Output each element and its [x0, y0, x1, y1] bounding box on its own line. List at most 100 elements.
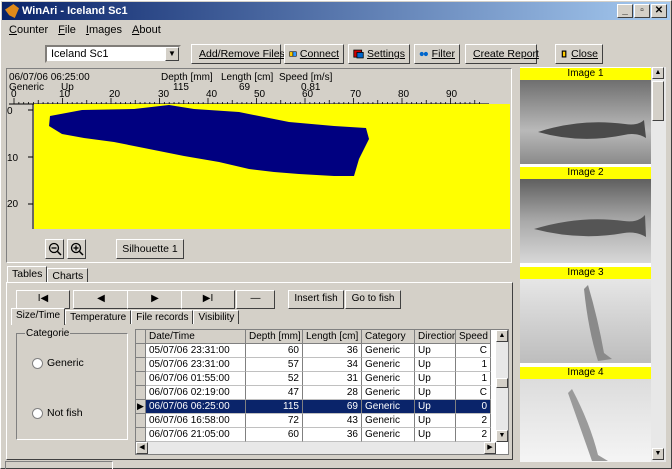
- cell: 1: [456, 358, 491, 372]
- cell: 47: [246, 386, 303, 400]
- prev-record-button[interactable]: ◀: [73, 290, 129, 309]
- table-row[interactable]: 06/07/06 21:05:00 60 36 Generic Up 2: [146, 428, 491, 442]
- scroll-thumb[interactable]: [496, 378, 508, 388]
- cell: 36: [303, 344, 362, 358]
- next-record-button[interactable]: ▶: [127, 290, 183, 309]
- insert-fish-button[interactable]: Insert fish: [288, 290, 344, 309]
- scroll-down-icon[interactable]: ▼: [496, 430, 508, 442]
- radio-circle[interactable]: [32, 407, 43, 419]
- main-window: WinAri - Iceland Sc1 _ ▫ ✕ Counter File …: [0, 0, 672, 469]
- fish-photo[interactable]: [520, 179, 651, 263]
- records-table[interactable]: Date/Time Depth [mm] Length [cm] Categor…: [135, 329, 509, 455]
- y-label: 10: [7, 153, 19, 164]
- fish-photo-shape: [534, 215, 646, 237]
- cell: Generic: [362, 358, 415, 372]
- scroll-right-icon[interactable]: ▶: [484, 442, 496, 454]
- counter-select-value: Iceland Sc1: [51, 48, 109, 60]
- fish-photo[interactable]: [520, 279, 651, 363]
- fish-silhouette: [49, 105, 369, 176]
- menu-about[interactable]: About: [132, 22, 161, 38]
- tab-file-records[interactable]: File records: [131, 310, 194, 324]
- settings-icon: [353, 49, 364, 59]
- tab-temperature[interactable]: Temperature: [65, 310, 132, 324]
- header-cell[interactable]: Length [cm]: [303, 330, 362, 344]
- sub-tabs: Size/Time Temperature File records Visib…: [11, 308, 240, 325]
- tab-tables[interactable]: Tables: [7, 266, 48, 283]
- zoom-in-button[interactable]: [67, 239, 86, 259]
- ruler-label: 10: [59, 89, 71, 100]
- table-row[interactable]: 06/07/06 01:55:00 52 31 Generic Up 1: [146, 372, 491, 386]
- filter-icon: [419, 51, 428, 57]
- silhouette-plot[interactable]: [34, 104, 510, 229]
- filter-button[interactable]: Filter: [414, 44, 460, 64]
- tab-charts[interactable]: Charts: [47, 268, 89, 283]
- maximize-button[interactable]: ▫: [634, 4, 650, 18]
- title-bar[interactable]: WinAri - Iceland Sc1 _ ▫ ✕: [2, 2, 670, 20]
- header-cell[interactable]: Category: [362, 330, 415, 344]
- fish-photo[interactable]: [520, 379, 651, 462]
- ruler-labels: 0 10 20 30 40 50 60 70 80 90: [9, 90, 509, 100]
- radio-generic[interactable]: Generic: [32, 357, 84, 369]
- table-row[interactable]: 05/07/06 23:31:00 57 34 Generic Up 1: [146, 358, 491, 372]
- table-horizontal-scrollbar[interactable]: ◀ ▶: [136, 442, 496, 454]
- close-button[interactable]: Close: [555, 44, 603, 64]
- chevron-down-icon[interactable]: ▼: [165, 47, 179, 61]
- scroll-up-icon[interactable]: ▲: [652, 67, 664, 79]
- fish-app-icon: [5, 4, 19, 18]
- cell: 0: [456, 400, 491, 414]
- cell: Up: [415, 414, 456, 428]
- radio-circle[interactable]: [32, 357, 43, 369]
- header-cell[interactable]: Depth [mm]: [246, 330, 303, 344]
- fish-photo[interactable]: [520, 80, 651, 164]
- cell: 06/07/06 06:25:00: [146, 400, 246, 414]
- cell: Generic: [362, 344, 415, 358]
- header-indicator: [136, 330, 146, 344]
- header-cell[interactable]: Speed [m: [456, 330, 491, 344]
- table-row-selected[interactable]: 06/07/06 06:25:00 115 69 Generic Up 0: [146, 400, 491, 414]
- table-row[interactable]: 05/07/06 23:31:00 60 36 Generic Up C: [146, 344, 491, 358]
- scroll-left-icon[interactable]: ◀: [136, 442, 148, 454]
- header-cell[interactable]: Direction: [415, 330, 456, 344]
- menu-counter[interactable]: Counter: [9, 22, 48, 38]
- tab-visibility[interactable]: Visibility: [193, 310, 240, 324]
- create-report-button[interactable]: Create Report: [465, 44, 539, 64]
- tab-size-time[interactable]: Size/Time: [11, 308, 66, 325]
- last-record-button[interactable]: ▶I: [181, 290, 235, 309]
- scroll-thumb[interactable]: [652, 81, 664, 121]
- first-record-button[interactable]: I◀: [16, 290, 70, 309]
- image-strip-scrollbar[interactable]: ▲ ▼: [651, 67, 666, 462]
- cell: 34: [303, 358, 362, 372]
- image-title: Image 2: [520, 167, 651, 179]
- table-row[interactable]: 06/07/06 16:58:00 72 43 Generic Up 2: [146, 414, 491, 428]
- minimize-button[interactable]: _: [617, 4, 633, 18]
- add-remove-files-button[interactable]: Add/Remove Files: [191, 44, 285, 64]
- go-to-fish-button[interactable]: Go to fish: [345, 290, 401, 309]
- menu-images[interactable]: Images: [86, 22, 122, 38]
- header-cell[interactable]: Date/Time: [146, 330, 246, 344]
- image-title: Image 1: [520, 68, 651, 80]
- radio-not-fish[interactable]: Not fish: [32, 407, 83, 419]
- cell: 05/07/06 23:31:00: [146, 344, 246, 358]
- scroll-down-icon[interactable]: ▼: [652, 448, 664, 460]
- counter-select[interactable]: Iceland Sc1 ▼: [45, 45, 181, 63]
- fish-photo-shape: [584, 285, 612, 361]
- zoom-in-icon: [70, 242, 84, 256]
- cell: 57: [246, 358, 303, 372]
- y-ruler: [28, 104, 34, 229]
- cell: 31: [303, 372, 362, 386]
- table-row[interactable]: 06/07/06 02:19:00 47 28 Generic Up C: [146, 386, 491, 400]
- delete-record-button[interactable]: —: [236, 290, 275, 309]
- cell: Generic: [362, 400, 415, 414]
- zoom-out-button[interactable]: [45, 239, 64, 259]
- scroll-up-icon[interactable]: ▲: [496, 330, 508, 342]
- zoom-out-icon: [48, 242, 62, 256]
- cell: Up: [415, 428, 456, 442]
- ruler-label: 60: [302, 89, 314, 100]
- settings-button[interactable]: Settings: [348, 44, 410, 64]
- cell: Generic: [362, 386, 415, 400]
- menu-file[interactable]: File: [58, 22, 76, 38]
- table-vertical-scrollbar[interactable]: ▲ ▼: [496, 330, 508, 442]
- close-window-button[interactable]: ✕: [651, 4, 667, 18]
- silhouette-button[interactable]: Silhouette 1: [116, 239, 184, 259]
- connect-button[interactable]: Connect: [284, 44, 344, 64]
